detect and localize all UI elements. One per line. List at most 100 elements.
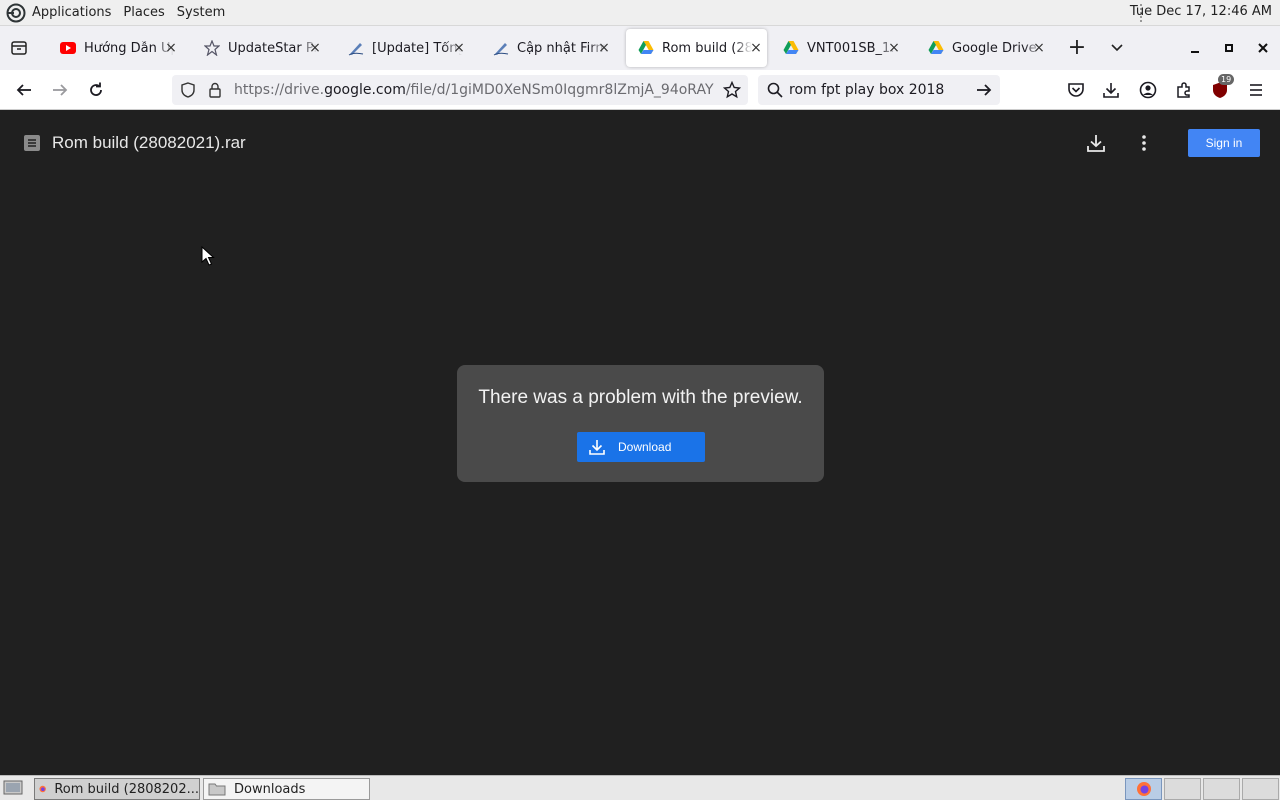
places-menu[interactable]: Places	[123, 5, 164, 20]
pocket-button[interactable]	[1064, 78, 1088, 102]
pen-icon	[348, 43, 364, 56]
system-menu[interactable]: System	[177, 5, 225, 20]
tab-update-tong[interactable]: [Update] Tổng ×	[336, 29, 470, 67]
firefox-icon	[39, 785, 46, 793]
download-button[interactable]: Download	[577, 432, 705, 462]
tab-close-icon[interactable]: ×	[1032, 41, 1046, 55]
file-title: Rom build (28082021).rar	[52, 133, 246, 152]
extensions-button[interactable]	[1172, 78, 1196, 102]
drive-file-viewer: Rom build (28082021).rar Sign in There w…	[0, 110, 1280, 775]
applications-menu[interactable]: Applications	[32, 5, 111, 20]
reload-icon	[90, 82, 102, 96]
download-icon[interactable]	[1086, 133, 1106, 153]
taskbar-item-downloads[interactable]: Downloads	[203, 778, 370, 800]
downloads-button[interactable]	[1099, 78, 1123, 102]
url-path: /file/d/1giMD0XeNSm0Iqgmr8lZmjA_94oRAYKo…	[405, 82, 714, 98]
tab-label: Google Drive -	[952, 40, 1042, 56]
tab-close-icon[interactable]: ×	[452, 41, 466, 55]
download-button-label: Download	[618, 440, 672, 454]
extension-badge: 19	[1218, 74, 1235, 85]
close-window-button[interactable]	[1252, 37, 1274, 59]
panel-clock[interactable]: Tue Dec 17, 12:46 AM	[1130, 4, 1272, 19]
preview-error-message: There was a problem with the preview.	[478, 387, 803, 408]
tab-strip: Hướng Dẫn Up × UpdateStar Pr × [Update] …	[0, 26, 1280, 70]
tab-rom-build[interactable]: Rom build (28 ×	[626, 29, 767, 67]
url-text[interactable]: https://drive.google.com/file/d/1giMD0Xe…	[234, 82, 714, 98]
download-icon	[1103, 83, 1119, 98]
shield-icon[interactable]	[180, 82, 196, 98]
google-drive-icon	[783, 41, 799, 54]
chevron-down-icon	[1111, 44, 1123, 52]
taskbar-item-firefox[interactable]: Rom build (2808202...	[34, 778, 200, 800]
plus-icon: +	[1067, 35, 1087, 60]
tab-vnt001sb[interactable]: VNT001SB_1.1 ×	[771, 29, 905, 67]
ublock-extension-button[interactable]: 19	[1208, 74, 1235, 102]
tab-label: UpdateStar Pr	[228, 40, 318, 56]
tab-label: Hướng Dẫn Up	[84, 40, 174, 56]
download-icon	[589, 440, 605, 455]
tab-close-icon[interactable]: ×	[308, 41, 322, 55]
new-tab-button[interactable]: +	[1066, 37, 1088, 59]
sign-in-button[interactable]: Sign in	[1188, 129, 1260, 157]
arrow-right-icon	[53, 84, 68, 96]
workspace-4[interactable]	[1242, 778, 1279, 800]
firefox-icon	[1137, 782, 1151, 796]
tab-label: VNT001SB_1.1	[807, 40, 897, 56]
tab-updatestar[interactable]: UpdateStar Pr ×	[192, 29, 326, 67]
bottom-taskbar: Rom build (2808202... Downloads	[0, 775, 1280, 800]
workspace-1[interactable]	[1125, 778, 1162, 800]
pen-icon	[493, 43, 509, 56]
app-menu-button[interactable]	[1244, 78, 1268, 102]
taskbar-item-label: Downloads	[234, 781, 306, 797]
youtube-icon	[60, 42, 76, 54]
preview-error-dialog: There was a problem with the preview. Do…	[457, 365, 824, 482]
google-drive-icon	[928, 41, 944, 54]
workspace-2[interactable]	[1164, 778, 1201, 800]
tab-label: [Update] Tổng	[372, 40, 462, 56]
folder-icon	[208, 783, 226, 796]
account-icon	[1139, 81, 1157, 99]
maximize-icon	[1225, 44, 1233, 52]
top-panel: Applications Places System Tue Dec 17, 1…	[0, 0, 1280, 26]
workspace-3[interactable]	[1203, 778, 1240, 800]
tab-huong-dan[interactable]: Hướng Dẫn Up ×	[48, 29, 182, 67]
mouse-cursor-icon	[201, 246, 215, 266]
url-prefix: https://drive.	[234, 82, 325, 98]
tab-close-icon[interactable]: ×	[164, 41, 178, 55]
lock-icon[interactable]	[208, 82, 222, 98]
tab-close-icon[interactable]: ×	[749, 41, 763, 55]
forward-button[interactable]	[48, 78, 72, 102]
bookmark-star-icon[interactable]	[723, 81, 741, 99]
puzzle-icon	[1177, 82, 1190, 98]
tab-label: Rom build (28	[662, 40, 752, 56]
maximize-button[interactable]	[1218, 37, 1240, 59]
archive-file-icon	[24, 135, 40, 151]
tab-google-drive[interactable]: Google Drive - ×	[916, 29, 1050, 67]
tab-label: Cập nhật Firm	[517, 40, 607, 56]
show-desktop-icon[interactable]	[2, 778, 24, 798]
account-button[interactable]	[1136, 78, 1160, 102]
list-all-tabs-button[interactable]	[1106, 37, 1128, 59]
tab-close-icon[interactable]: ×	[597, 41, 611, 55]
tab-close-icon[interactable]: ×	[887, 41, 901, 55]
firefox-view-button[interactable]	[8, 37, 30, 59]
search-icon	[767, 82, 783, 98]
search-bar[interactable]: rom fpt play box 2018	[758, 75, 1000, 105]
minimize-icon	[1191, 51, 1199, 53]
arrow-left-icon	[16, 84, 31, 96]
close-icon	[1258, 43, 1268, 53]
more-options-icon[interactable]	[1134, 133, 1154, 153]
search-query[interactable]: rom fpt play box 2018	[789, 82, 944, 98]
hamburger-menu-icon	[1250, 84, 1262, 96]
debian-logo-icon[interactable]	[6, 3, 26, 23]
back-button[interactable]	[12, 78, 36, 102]
reload-button[interactable]	[84, 78, 108, 102]
url-bar[interactable]: https://drive.google.com/file/d/1giMD0Xe…	[172, 75, 748, 105]
navigation-toolbar: https://drive.google.com/file/d/1giMD0Xe…	[0, 70, 1280, 110]
pocket-icon	[1068, 83, 1084, 97]
minimize-button[interactable]	[1184, 37, 1206, 59]
firefox-view-icon	[11, 41, 27, 55]
google-drive-icon	[638, 41, 654, 54]
search-go-arrow-icon[interactable]	[975, 81, 993, 99]
tab-cap-nhat[interactable]: Cập nhật Firm ×	[481, 29, 615, 67]
